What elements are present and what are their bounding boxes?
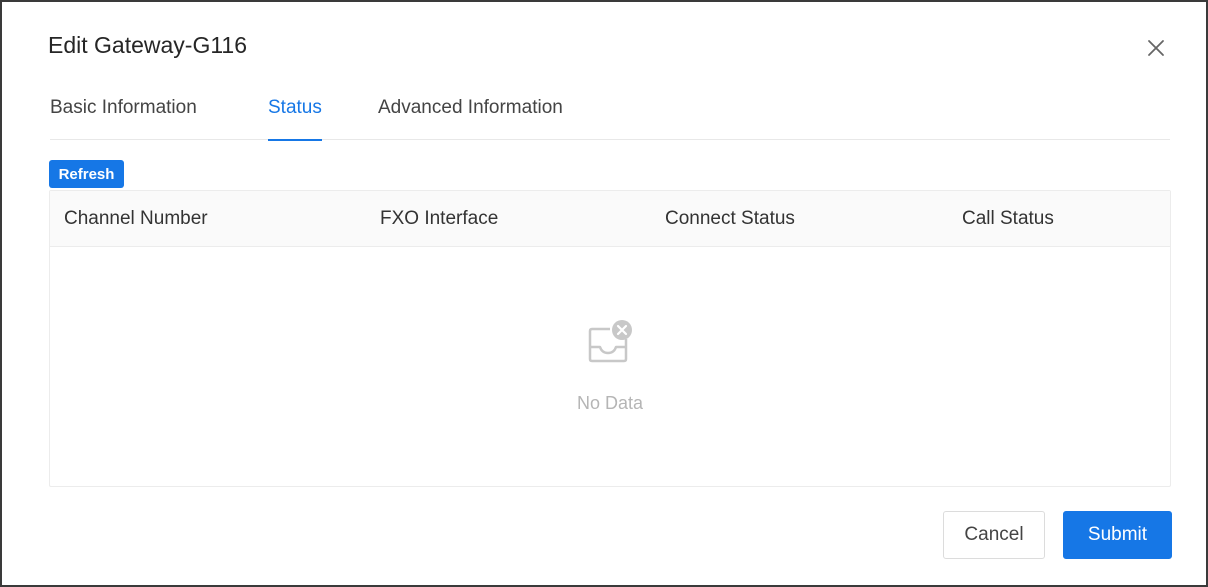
cancel-button[interactable]: Cancel [943,511,1045,559]
column-header-fxo-interface: FXO Interface [380,208,499,229]
status-table: Channel Number FXO Interface Connect Sta… [49,190,1171,487]
dialog-title: Edit Gateway-G116 [48,32,248,58]
column-header-call-status: Call Status [962,208,1054,229]
close-icon[interactable] [1144,36,1168,60]
tab-basic-information[interactable]: Basic Information [50,96,197,140]
refresh-button[interactable]: Refresh [49,160,124,188]
tab-advanced-information[interactable]: Advanced Information [378,96,563,140]
empty-state-text: No Data [576,393,644,413]
edit-gateway-dialog: Edit Gateway-G116 Basic Information Stat… [0,0,1208,587]
column-header-channel-number: Channel Number [64,208,208,229]
column-header-connect-status: Connect Status [665,208,795,229]
tab-status[interactable]: Status [268,96,322,141]
empty-inbox-icon [586,319,634,363]
tab-bar: Basic Information Status Advanced Inform… [50,94,1170,141]
table-header: Channel Number FXO Interface Connect Sta… [50,191,1170,247]
submit-button[interactable]: Submit [1063,511,1172,559]
